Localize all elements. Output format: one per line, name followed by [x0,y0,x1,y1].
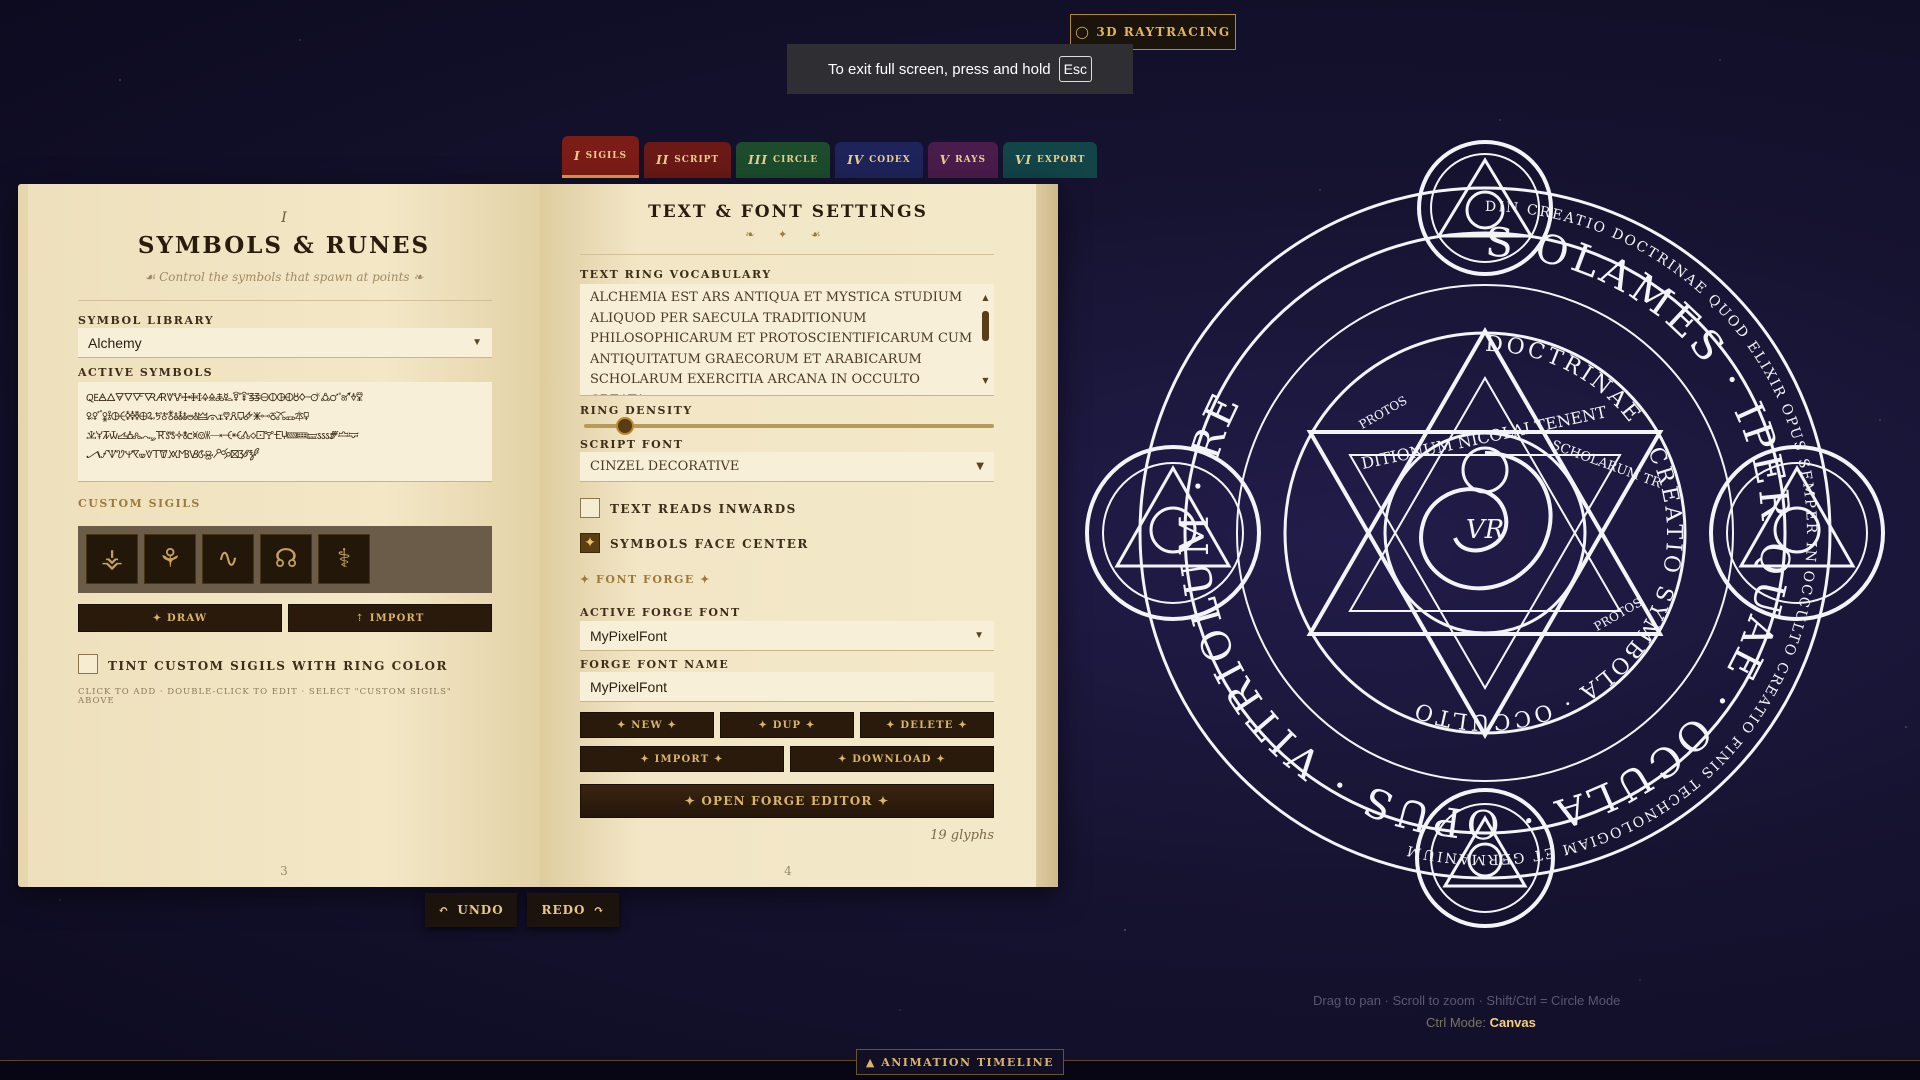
redo-icon: ↷ [593,903,605,917]
scroll-down-icon[interactable]: ▼ [981,371,990,392]
script-font-value: CINZEL DECORATIVE [590,459,740,474]
vocab-text: ALCHEMIA EST ARS ANTIQUA ET MYSTICA STUD… [590,290,973,395]
star-text-a: PROTOS [1357,393,1410,432]
left-page: I SYMBOLS & RUNES ☙ Control the symbols … [28,184,540,887]
forge-name-label: FORGE FONT NAME [580,658,730,671]
star-check-icon: ✦ [584,535,596,551]
right-page-title: TEXT & FONT SETTINGS [648,202,928,222]
custom-sigil-tile[interactable]: ⚘ [144,534,196,584]
ring-icon: ◯ [1075,25,1091,39]
active-forge-value: MyPixelFont [590,627,668,644]
book-edge [1036,184,1058,887]
scrollbar-thumb[interactable] [982,310,989,341]
new-font-button[interactable]: ✦ NEW ✦ [580,712,714,738]
tint-sigils-label: TINT CUSTOM SIGILS WITH RING COLOR [108,659,448,673]
symbols-line: 🝀🝁🝂🝃🝄🝅🝆🝇🝈🝉🝊🝋🝌🝍🝎🝏🝐🝑🝒🝓🝔🝕🝖🝗🝘🝙🝚🝛🝜🝝🝞🝟 [86,429,359,442]
ctrl-mode-indicator: Ctrl Mode: Canvas [1426,1015,1536,1030]
symbols-line: 🜠🜡🜢🜣🜤🜥🜦🜧🜨🜩🜪🜫🜬🜭🜮🜯🜰🜱🜲🜳🜴🜵🜶🜷🜸🜹🜺🜻🜼🜽🜾🜿 [86,410,309,423]
custom-sigils-tray: ⚶ ⚘ ∿ ☊ ⚕ [78,526,492,593]
ctrl-mode-value: Canvas [1489,1015,1536,1030]
dup-font-button[interactable]: ✦ DUP ✦ [720,712,854,738]
symbols-line: 🜀🜁🜂🜃🜄🜅🜆🜇🜈🜉🜊🜋🜌🜍🜎🜏🜐🜑🜒🜓🜔🜕🜖🜗🜘🜙🜚🜛🜜🜝🜞🜟 [86,391,363,404]
tab-sigils[interactable]: I SIGILS [562,136,640,178]
glyph-count: 19 glyphs [930,828,994,843]
active-forge-select[interactable]: MyPixelFont ▼ [580,621,994,651]
leaf-ornament-icon: ❧ [409,270,424,284]
custom-sigil-tile[interactable]: ☊ [260,534,312,584]
tab-circle[interactable]: III CIRCLE [736,142,831,178]
custom-sigil-tile[interactable]: ⚕ [318,534,370,584]
left-page-subtitle-row: ☙ Control the symbols that spawn at poin… [28,270,540,284]
ring-density-slider[interactable] [584,417,994,435]
vocab-textarea[interactable]: ALCHEMIA EST ARS ANTIQUA ET MYSTICA STUD… [580,284,994,396]
open-forge-editor-button[interactable]: ✦ OPEN FORGE EDITOR ✦ [580,784,994,818]
script-font-select[interactable]: CINZEL DECORATIVE ▼ [580,452,994,482]
custom-sigils-label: CUSTOM SIGILS [78,497,201,510]
fullscreen-message: To exit full screen, press and hold [828,60,1051,78]
ring-density-thumb[interactable] [616,417,634,435]
symbol-library-select[interactable]: Alchemy ▼ [78,328,492,358]
redo-button[interactable]: REDO ↷ [527,893,619,927]
symbol-library-value: Alchemy [88,334,142,351]
download-font-button[interactable]: ✦ DOWNLOAD ✦ [790,746,994,772]
text-inwards-checkbox[interactable] [580,498,600,518]
tab-script[interactable]: II SCRIPT [644,142,732,178]
forge-name-input[interactable]: MyPixelFont [580,672,994,702]
tab-rays[interactable]: V RAYS [927,142,999,178]
center-mark: VR [1466,515,1504,545]
script-font-label: SCRIPT FONT [580,438,684,451]
left-page-subtitle: Control the symbols that spawn at points [159,270,410,284]
symbols-line: 🝠🝡🝢🝣🝤🝥🝦🝧🝨🝩🝪🝫🝬🝭🝮🝯🝰🝱🝲🝳 [86,448,260,461]
divider [78,300,492,301]
canvas-help-text: Drag to pan · Scroll to zoom · Shift/Ctr… [1313,993,1621,1008]
right-page: TEXT & FONT SETTINGS ❧ ✦ ☙ TEXT RING VOC… [540,184,1036,887]
active-forge-label: ACTIVE FORGE FONT [580,606,741,619]
page-number-left: 3 [280,864,288,878]
custom-sigil-tile[interactable]: ∿ [202,534,254,584]
active-symbols-label: ACTIVE SYMBOLS [78,366,214,379]
symbols-center-checkbox[interactable]: ✦ [580,533,600,553]
page-number-right: 4 [784,864,792,878]
import-font-button[interactable]: ✦ IMPORT ✦ [580,746,784,772]
forge-name-value: MyPixelFont [590,678,668,695]
undo-button[interactable]: ↶ UNDO [425,893,517,927]
leaf-ornament-icon: ☙ [144,270,160,284]
chapter-number: I [281,210,287,226]
undo-icon: ↶ [438,903,450,917]
sigils-hint: CLICK TO ADD · DOUBLE-CLICK TO EDIT · SE… [78,687,452,706]
esc-key-badge: Esc [1058,56,1092,82]
chevron-down-icon: ▼ [472,337,482,348]
import-sigil-button[interactable]: ⇡ IMPORT [288,604,492,632]
animation-timeline-toggle[interactable]: ▲ ANIMATION TIMELINE [856,1049,1064,1075]
custom-sigil-tile[interactable]: ⚶ [86,534,138,584]
symbol-library-label: SYMBOL LIBRARY [78,314,215,327]
divider [580,254,994,255]
delete-font-button[interactable]: ✦ DELETE ✦ [860,712,994,738]
fullscreen-toast: To exit full screen, press and hold Esc [787,44,1133,94]
draw-sigil-button[interactable]: ✦ DRAW [78,604,282,632]
left-page-title: SYMBOLS & RUNES [137,232,431,259]
tint-sigils-checkbox[interactable] [78,654,98,674]
text-inwards-label: TEXT READS INWARDS [610,502,797,516]
title-ornament: ❧ ✦ ☙ [745,228,831,241]
ctrl-mode-label: Ctrl Mode: [1426,1015,1486,1030]
hex-text-top: DITIONUM NICOLAI TENENT [1360,402,1609,473]
chevron-down-icon: ▼ [974,630,984,641]
raytracing-label: 3D RAYTRACING [1096,25,1231,39]
active-symbols-textarea[interactable]: 🜀🜁🜂🜃🜄🜅🜆🜇🜈🜉🜊🜋🜌🜍🜎🜏🜐🜑🜒🜓🜔🜕🜖🜗🜘🜙🜚🜛🜜🜝🜞🜟 🜠🜡🜢🜣🜤🜥🜦… [78,382,492,482]
tab-codex[interactable]: IV CODEX [835,142,923,178]
symbols-center-label: SYMBOLS FACE CENTER [610,537,809,551]
spellbook-panel: I SYMBOLS & RUNES ☙ Control the symbols … [18,184,1058,887]
ring-density-label: RING DENSITY [580,404,693,417]
vocab-label: TEXT RING VOCABULARY [580,268,772,281]
magic-circle-canvas[interactable]: DIN CREATIO DOCTRINAE QUOD ELIXIR OPUS S… [1075,118,1895,948]
vocab-scrollbar[interactable]: ▲ ▼ [981,288,990,388]
chapter-tabs: I SIGILS II SCRIPT III CIRCLE IV CODEX V RAYS… [562,136,1098,178]
font-forge-heading: ✦ FONT FORGE ✦ [580,573,711,586]
chevron-down-icon: ▼ [976,461,984,472]
scroll-up-icon[interactable]: ▲ [981,288,990,309]
